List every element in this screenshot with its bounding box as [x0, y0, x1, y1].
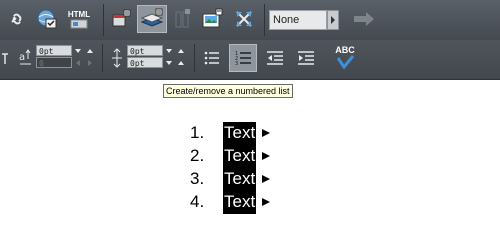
toolbar-separator — [194, 44, 195, 72]
image-icon[interactable] — [199, 6, 225, 32]
list-item-text[interactable]: Text — [223, 122, 257, 145]
numbered-list-icon[interactable]: 123 — [229, 44, 257, 72]
paragraph-end-marker-icon — [262, 152, 270, 160]
toolbar-separator — [102, 44, 103, 72]
paragraph-end-marker-icon — [262, 129, 270, 137]
tooltip: Create/remove a numbered list — [163, 84, 293, 98]
list-item-number: 1. — [190, 123, 205, 142]
spacing-above-input[interactable]: 0pt — [127, 45, 163, 56]
align-top-icon[interactable] — [0, 48, 10, 68]
list-item-number: 3. — [190, 169, 205, 188]
layers-icon[interactable] — [108, 6, 134, 32]
web-properties-icon[interactable] — [35, 7, 59, 31]
decrease-indent-icon[interactable] — [263, 46, 287, 70]
increase-indent-icon[interactable] — [294, 46, 318, 70]
spacing-below-input[interactable]: 0pt — [127, 57, 163, 68]
list-item-number: 2. — [190, 146, 205, 165]
line-spacing-icon[interactable] — [110, 46, 124, 70]
chevron-right-icon[interactable] — [86, 58, 94, 68]
spellcheck-label: ABC — [335, 45, 355, 55]
forward-arrow-icon[interactable] — [351, 8, 377, 30]
list-item-number: 4. — [190, 192, 205, 211]
toolbar-separator — [103, 4, 104, 36]
toolbar-separator — [264, 4, 265, 36]
link-icon[interactable] — [6, 8, 28, 30]
style-dropdown[interactable]: None — [269, 10, 327, 30]
list-item-text[interactable]: Text — [223, 191, 257, 214]
svg-text:3: 3 — [235, 61, 238, 67]
chevron-down-icon[interactable] — [74, 46, 82, 56]
paragraph-end-marker-icon — [262, 175, 270, 183]
chevron-up-icon[interactable] — [177, 58, 185, 68]
baseline-secondary-input[interactable]: 0 — [36, 57, 72, 68]
chevron-left-icon[interactable] — [74, 58, 82, 68]
text-frame-icon[interactable] — [137, 5, 167, 33]
chevron-down-icon[interactable] — [165, 58, 173, 68]
paragraph-end-marker-icon — [262, 198, 270, 206]
spellcheck-icon[interactable]: ABC — [331, 43, 359, 71]
style-dropdown-button[interactable] — [327, 10, 339, 30]
chevron-down-icon[interactable] — [165, 46, 173, 56]
list-item-text[interactable]: Text — [223, 145, 257, 168]
chevron-up-icon[interactable] — [177, 46, 185, 56]
list-item-text[interactable]: Text — [223, 168, 257, 191]
html-icon[interactable]: HTML — [64, 6, 94, 32]
chevron-up-icon[interactable] — [86, 46, 94, 56]
transform-icon[interactable] — [231, 6, 257, 32]
toolbar: HTML None a 0pt 0 0pt 0pt 1 2 3 ABC — [0, 0, 500, 80]
baseline-shift-icon[interactable]: a — [16, 46, 34, 70]
toolbar-border — [0, 79, 500, 80]
svg-text:a: a — [19, 52, 25, 63]
columns-icon[interactable] — [171, 7, 193, 31]
html-label: HTML — [67, 9, 91, 19]
baseline-input[interactable]: 0pt — [36, 45, 72, 56]
bullet-list-icon[interactable] — [200, 46, 224, 70]
